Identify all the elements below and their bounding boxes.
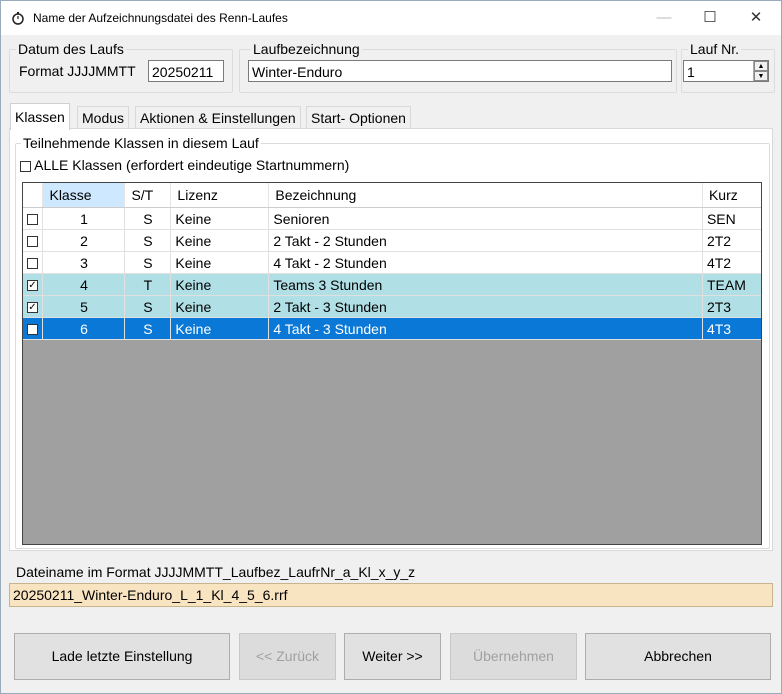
spin-up-icon[interactable]: ▲ (754, 61, 768, 71)
date-format-label: Format JJJJMMTT (19, 63, 136, 79)
cell-bezeichnung: Senioren (268, 207, 703, 230)
row-checkbox[interactable] (27, 236, 38, 248)
cell-check[interactable] (23, 251, 44, 274)
row-checkbox[interactable]: ✓ (27, 324, 38, 336)
table-row[interactable]: ✓ 6 S Keine 4 Takt - 3 Stunden 4T3 (23, 317, 761, 340)
cell-klasse: 3 (42, 251, 126, 274)
dialog-window: Name der Aufzeichnungsdatei des Renn-Lau… (0, 0, 782, 694)
maximize-button[interactable]: ☐ (687, 1, 733, 35)
all-classes-checkbox[interactable] (20, 160, 31, 172)
table-row[interactable]: ✓ 5 S Keine 2 Takt - 3 Stunden 2T3 (23, 295, 761, 318)
filename-label: Dateiname im Format JJJJMMTT_Laufbez_Lau… (16, 564, 416, 580)
tab-klassen[interactable]: Klassen (10, 103, 70, 130)
next-button[interactable]: Weiter >> (344, 633, 441, 680)
col-header-st[interactable]: S/T (124, 183, 172, 208)
cell-bezeichnung: Teams 3 Stunden (268, 273, 703, 296)
cell-bezeichnung: 2 Takt - 3 Stunden (268, 295, 703, 318)
run-number-label: Lauf Nr. (688, 41, 742, 57)
classes-grid[interactable]: Klasse S/T Lizenz Bezeichnung Kurz 1 S Kei… (22, 182, 762, 545)
cell-kurz: 2T3 (702, 295, 761, 318)
table-row[interactable]: 3 S Keine 4 Takt - 2 Stunden 4T2 (23, 251, 761, 274)
cell-st: S (124, 229, 172, 252)
window-title: Name der Aufzeichnungsdatei des Renn-Lau… (33, 11, 288, 25)
cell-kurz: 4T3 (702, 317, 761, 340)
cell-lizenz: Keine (170, 207, 270, 230)
col-header-bezeichnung[interactable]: Bezeichnung (268, 183, 703, 208)
run-name-label: Laufbezeichnung (251, 41, 362, 57)
cell-kurz: SEN (702, 207, 761, 230)
cell-st: T (124, 273, 172, 296)
cell-klasse: 1 (42, 207, 126, 230)
table-header: Klasse S/T Lizenz Bezeichnung Kurz (23, 183, 761, 208)
row-checkbox[interactable]: ✓ (27, 280, 38, 292)
row-checkbox[interactable]: ✓ (27, 302, 38, 314)
close-button[interactable]: ✕ (733, 1, 779, 35)
filename-field: 20250211_Winter-Enduro_L_1_Kl_4_5_6.rrf (9, 583, 773, 607)
classes-group-label: Teilnehmende Klassen in diesem Lauf (21, 135, 261, 151)
table-row[interactable]: ✓ 4 T Keine Teams 3 Stunden TEAM (23, 273, 761, 296)
apply-button[interactable]: Übernehmen (450, 633, 577, 680)
table-row[interactable]: 1 S Keine Senioren SEN (23, 207, 761, 230)
cell-kurz: 4T2 (702, 251, 761, 274)
col-header-check[interactable] (23, 183, 44, 208)
load-last-settings-button[interactable]: Lade letzte Einstellung (14, 633, 230, 680)
date-group-label: Datum des Laufs (16, 41, 126, 57)
back-button[interactable]: << Zurück (239, 633, 336, 680)
spin-down-icon[interactable]: ▼ (754, 71, 768, 81)
cell-bezeichnung: 4 Takt - 3 Stunden (268, 317, 703, 340)
tab-aktionen[interactable]: Aktionen & Einstellungen (135, 106, 301, 129)
cell-klasse: 4 (42, 273, 126, 296)
cell-st: S (124, 317, 172, 340)
cell-check[interactable] (23, 207, 44, 230)
all-classes-option[interactable]: ALLE Klassen (erfordert eindeutige Start… (20, 157, 349, 173)
cell-check[interactable] (23, 229, 44, 252)
cell-check[interactable]: ✓ (23, 295, 44, 318)
row-checkbox[interactable] (27, 214, 38, 226)
cell-lizenz: Keine (170, 251, 270, 274)
cell-st: S (124, 251, 172, 274)
run-number-spinner[interactable]: ▲ ▼ (753, 61, 768, 81)
cell-bezeichnung: 4 Takt - 2 Stunden (268, 251, 703, 274)
cancel-button[interactable]: Abbrechen (585, 633, 771, 680)
minimize-button[interactable]: — (641, 1, 687, 35)
cell-st: S (124, 295, 172, 318)
stopwatch-icon (12, 12, 24, 25)
table-row[interactable]: 2 S Keine 2 Takt - 2 Stunden 2T2 (23, 229, 761, 252)
cell-lizenz: Keine (170, 273, 270, 296)
cell-kurz: TEAM (702, 273, 761, 296)
cell-check[interactable]: ✓ (23, 273, 44, 296)
col-header-lizenz[interactable]: Lizenz (170, 183, 270, 208)
run-name-input[interactable]: Winter-Enduro (248, 60, 672, 82)
tab-start-optionen[interactable]: Start- Optionen (306, 106, 411, 129)
cell-lizenz: Keine (170, 229, 270, 252)
tab-modus[interactable]: Modus (77, 106, 130, 129)
row-checkbox[interactable] (27, 258, 38, 270)
title-bar: Name der Aufzeichnungsdatei des Renn-Lau… (1, 1, 781, 35)
classes-table: Klasse S/T Lizenz Bezeichnung Kurz 1 S Kei… (23, 183, 761, 340)
cell-bezeichnung: 2 Takt - 2 Stunden (268, 229, 703, 252)
cell-lizenz: Keine (170, 317, 270, 340)
all-classes-label: ALLE Klassen (erfordert eindeutige Start… (34, 157, 350, 173)
cell-klasse: 5 (42, 295, 126, 318)
cell-klasse: 6 (42, 317, 126, 340)
col-header-kurz[interactable]: Kurz (702, 183, 761, 208)
date-input[interactable]: 20250211 (148, 60, 224, 82)
col-header-klasse[interactable]: Klasse (42, 183, 126, 208)
cell-lizenz: Keine (170, 295, 270, 318)
cell-st: S (124, 207, 172, 230)
cell-klasse: 2 (42, 229, 126, 252)
cell-kurz: 2T2 (702, 229, 761, 252)
cell-check[interactable]: ✓ (23, 317, 44, 340)
